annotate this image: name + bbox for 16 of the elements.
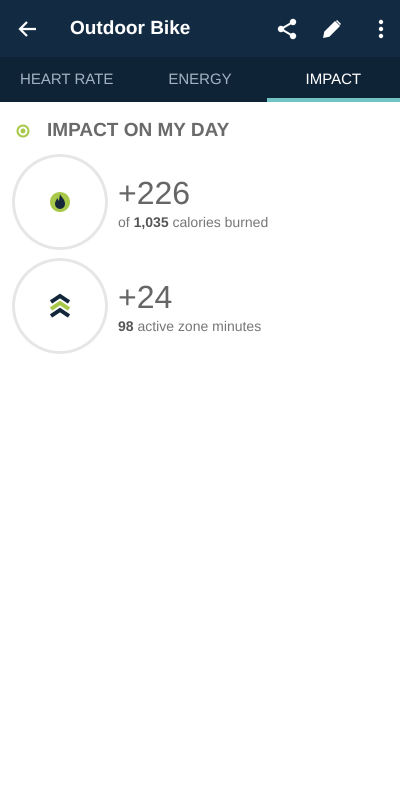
chevrons-icon (49, 293, 71, 319)
stat-value: +24 (118, 278, 174, 316)
share-icon[interactable] (276, 18, 298, 40)
edit-icon[interactable] (322, 18, 342, 38)
target-icon (16, 124, 30, 138)
tab[interactable]: ENERGY (133, 57, 267, 102)
flame-icon (49, 191, 71, 213)
stat-detail: of 1,035 calories burned (118, 214, 268, 230)
back-icon[interactable] (18, 20, 38, 38)
stat-value: +226 (118, 174, 192, 212)
stat-detail: 98 active zone minutes (118, 318, 262, 334)
screen-title: Outdoor Bike (70, 18, 192, 40)
section-title: IMPACT ON MY DAY (47, 120, 230, 142)
tab[interactable]: IMPACT (266, 57, 400, 102)
tab[interactable]: HEART RATE (0, 57, 134, 102)
more-icon[interactable] (378, 18, 384, 38)
